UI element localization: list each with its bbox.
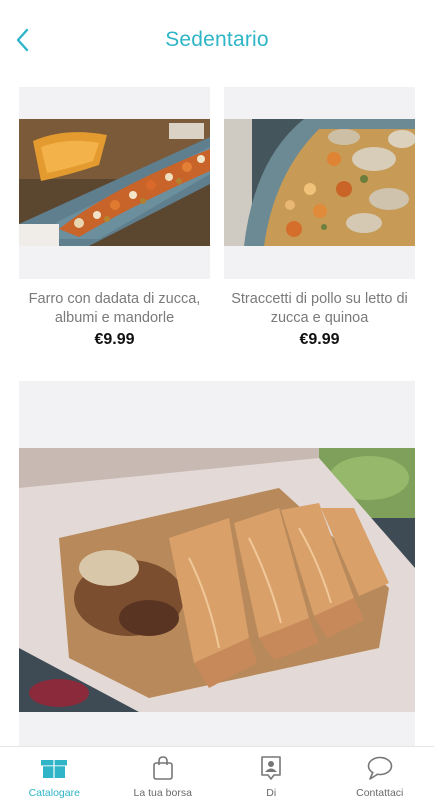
product-image [19, 119, 210, 246]
product-price: €9.99 [299, 331, 340, 348]
gift-box-icon [40, 755, 68, 781]
product-image [19, 448, 415, 712]
tab-contattaci[interactable]: Contattaci [326, 747, 434, 800]
tab-label: Catalogare [28, 787, 80, 799]
product-image-frame [19, 381, 415, 746]
product-image-frame [19, 87, 210, 279]
product-name: Farro con dadata di zucca, albumi e mand… [28, 291, 201, 326]
tab-label: La tua borsa [133, 787, 192, 799]
shopping-bag-icon [149, 755, 177, 781]
product-image [224, 119, 415, 246]
page-title: Sedentario [165, 28, 269, 51]
tab-label: Di [266, 787, 277, 799]
tab-catalogare[interactable]: Catalogare [0, 747, 109, 800]
product-name: Straccetti di pollo su letto di zucca e … [231, 291, 408, 326]
bottom-tab-bar: Catalogare La tua borsa Di Contattaci [0, 746, 434, 800]
product-image-frame [224, 87, 415, 279]
chat-bubble-icon [366, 755, 394, 781]
tab-di[interactable]: Di [217, 747, 326, 800]
product-card[interactable]: Farro con dadata di zucca, albumi e mand… [19, 87, 210, 357]
header: Sedentario [0, 0, 434, 82]
tab-label: Contattaci [356, 787, 404, 799]
product-card[interactable] [19, 381, 415, 746]
product-card[interactable]: Straccetti di pollo su letto di zucca e … [224, 87, 415, 357]
product-price: €9.99 [94, 331, 135, 348]
profile-card-icon [257, 755, 285, 781]
tab-la-tua-borsa[interactable]: La tua borsa [109, 747, 218, 800]
